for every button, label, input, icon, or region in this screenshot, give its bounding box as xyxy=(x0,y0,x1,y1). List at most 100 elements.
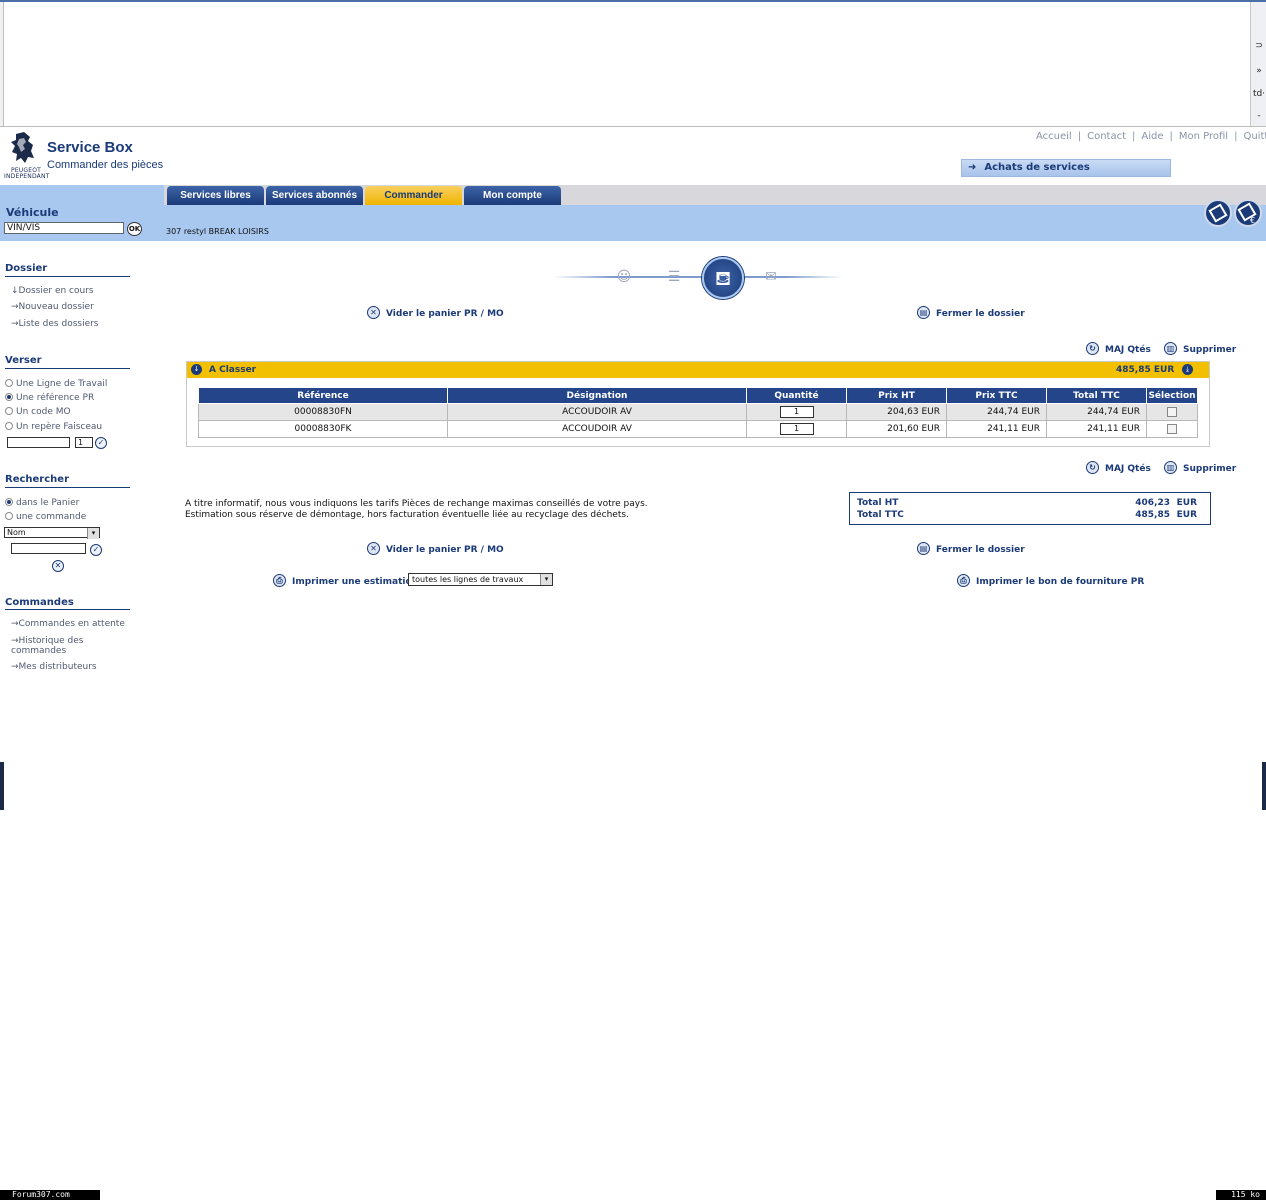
imprimer-bon-fourniture-button[interactable]: ⎙ Imprimer le bon de fourniture PR xyxy=(957,574,1144,588)
radio-code-mo[interactable]: Un code MO xyxy=(5,406,71,417)
print-icon: ⎙ xyxy=(957,574,970,587)
step-basket-icon[interactable]: ⛾ xyxy=(702,257,744,299)
col-total-ttc[interactable]: Total TTC xyxy=(1046,387,1147,404)
link-accueil[interactable]: Accueil xyxy=(1036,131,1072,142)
col-designation[interactable]: Désignation xyxy=(447,387,747,404)
step-vehicle-user-icon[interactable]: ☺ xyxy=(613,266,635,288)
vin-ok-button[interactable]: OK xyxy=(127,222,142,236)
print-icon: ⎙ xyxy=(273,574,286,587)
link-aide[interactable]: Aide xyxy=(1141,131,1163,142)
sidebar-item-distributeurs[interactable]: →Mes distributeurs xyxy=(11,662,97,672)
radio-ligne-travail[interactable]: Une Ligne de Travail xyxy=(5,378,107,389)
app-title: Service Box xyxy=(47,139,133,156)
chevron-down-icon: ▾ xyxy=(540,574,552,585)
info-line-1: A titre informatif, nous vous indiquons … xyxy=(185,499,648,509)
action-label: Imprimer une estimation xyxy=(292,577,419,587)
total-ht-value: 406,23 xyxy=(1135,498,1170,508)
verser-reference-input[interactable] xyxy=(7,437,70,448)
search-clear-x-icon[interactable]: ✕ xyxy=(52,560,64,572)
link-quitter[interactable]: Quitter xyxy=(1243,131,1266,142)
verser-submit-check-icon[interactable]: ✓ xyxy=(95,437,107,449)
sidebar-item-commandes-attente[interactable]: →Commandes en attente xyxy=(11,619,125,629)
radio-une-commande[interactable]: une commande xyxy=(5,511,87,522)
link-mon-profil[interactable]: Mon Profil xyxy=(1179,131,1228,142)
arrow-right-icon: → xyxy=(11,319,19,329)
tab-services-abonnes[interactable]: Services abonnés xyxy=(266,186,363,205)
selection-checkbox[interactable] xyxy=(1167,423,1177,434)
basket-title: A Classer xyxy=(209,365,257,375)
fermer-dossier-button-bottom[interactable]: ▤ Fermer le dossier xyxy=(917,542,1025,556)
estimation-scope-select[interactable]: toutes les lignes de travaux ▾ xyxy=(408,573,553,586)
browser-left-edge xyxy=(0,2,4,126)
footer-size: 115 ko xyxy=(1216,1190,1266,1200)
vider-panier-button[interactable]: ✕ Vider le panier PR / MO xyxy=(367,306,504,320)
sidebar-item-liste-dossiers[interactable]: →Liste des dossiers xyxy=(11,319,99,329)
maj-qtes-button-top[interactable]: ↻ MAJ Qtés xyxy=(1086,342,1151,356)
selection-checkbox[interactable] xyxy=(1167,406,1177,417)
quantity-input[interactable]: 1 xyxy=(779,423,814,435)
col-prix-ttc[interactable]: Prix TTC xyxy=(946,387,1047,404)
action-label: Fermer le dossier xyxy=(936,309,1025,319)
vehicle-model: 307 restyl BREAK LOISIRS xyxy=(166,227,269,236)
fermer-dossier-button[interactable]: ▤ Fermer le dossier xyxy=(917,306,1025,320)
sidebar-item-historique[interactable]: →Historique des commandes xyxy=(11,636,121,656)
frame-edge-left xyxy=(0,762,4,810)
close-icon: ✕ xyxy=(367,542,380,555)
supprimer-button-bottom[interactable]: ▥ Supprimer xyxy=(1164,461,1236,475)
verser-qty-input[interactable]: 1 xyxy=(75,437,93,448)
radio-repere-faisceau[interactable]: Un repère Faisceau xyxy=(5,421,102,432)
tab-services-libres[interactable]: Services libres xyxy=(167,186,264,205)
folder-close-icon: ▤ xyxy=(917,306,930,319)
sidebar-item-dossier-en-cours[interactable]: ↓Dossier en cours xyxy=(11,286,94,296)
total-ht-label: Total HT xyxy=(857,498,899,508)
total-ttc-currency: EUR xyxy=(1176,510,1197,520)
peugeot-logo[interactable]: PEUGEOT INDEPENDANT xyxy=(4,131,49,180)
search-submit-check-icon[interactable]: ✓ xyxy=(90,544,102,556)
tools-menu-icon[interactable]: td· xyxy=(1252,86,1266,102)
quantity-input[interactable]: 1 xyxy=(779,406,814,418)
close-icon: ✕ xyxy=(367,306,380,319)
cell-prix-ht: 201,60 EUR xyxy=(846,420,947,438)
col-reference[interactable]: Référence xyxy=(198,387,448,404)
radio-reference-pr[interactable]: Une référence PR xyxy=(5,392,94,403)
imprimer-estimation-button[interactable]: ⎙ Imprimer une estimation xyxy=(273,574,419,588)
catalog-euro-icon[interactable]: € xyxy=(1234,199,1262,227)
top-links: Accueil | Contact | Aide | Mon Profil | Quitter xyxy=(1036,131,1266,142)
cell-designation: ACCOUDOIR AV xyxy=(447,403,747,421)
sidebar-item-nouveau-dossier[interactable]: →Nouveau dossier xyxy=(11,302,94,312)
supprimer-button-top[interactable]: ▥ Supprimer xyxy=(1164,342,1237,356)
separator: | xyxy=(1169,131,1173,142)
window-top-border xyxy=(0,0,1266,2)
radio-label: Un code MO xyxy=(16,407,71,417)
sidebar-commandes-title: Commandes xyxy=(5,597,74,608)
minimize-icon[interactable]: - xyxy=(1252,108,1266,124)
radio-dans-panier[interactable]: dans le Panier xyxy=(5,497,79,508)
maj-qtes-button-bottom[interactable]: ↻ MAJ Qtés xyxy=(1086,461,1151,475)
chevron-right-icon[interactable]: » xyxy=(1252,63,1266,79)
search-input[interactable] xyxy=(11,543,86,554)
step-order-icon[interactable]: ✉ xyxy=(760,266,782,288)
col-prix-ht[interactable]: Prix HT xyxy=(846,387,947,404)
select-value: toutes les lignes de travaux xyxy=(412,575,524,584)
action-label: Supprimer xyxy=(1183,345,1237,355)
search-field-select[interactable]: Nom ▾ xyxy=(4,527,100,539)
tab-commander[interactable]: Commander xyxy=(365,186,462,205)
radio-selected-icon xyxy=(5,392,13,401)
radio-label: une commande xyxy=(16,512,87,522)
achats-de-services-button[interactable]: ➜ Achats de services xyxy=(961,159,1171,177)
total-ttc-label: Total TTC xyxy=(857,510,904,520)
tab-mon-compte[interactable]: Mon compte xyxy=(464,186,561,205)
cell-quantite: 1 xyxy=(746,403,847,421)
col-quantite[interactable]: Quantité xyxy=(746,387,847,404)
refresh-icon[interactable]: ⊃ xyxy=(1252,38,1266,54)
download-icon[interactable]: ⤓ xyxy=(1182,364,1193,375)
collapse-arrow-down-icon[interactable]: ↓ xyxy=(191,364,202,375)
link-contact[interactable]: Contact xyxy=(1087,131,1126,142)
catalog-icon[interactable] xyxy=(1204,199,1232,227)
cell-total-ttc: 241,11 EUR xyxy=(1046,420,1147,438)
step-notes-icon[interactable]: ☰ xyxy=(663,266,685,288)
col-selection[interactable]: Sélection xyxy=(1146,387,1198,404)
cell-reference: 00008830FK xyxy=(198,420,448,438)
vider-panier-button-bottom[interactable]: ✕ Vider le panier PR / MO xyxy=(367,542,504,556)
vin-input[interactable]: VIN/VIS xyxy=(4,222,124,234)
